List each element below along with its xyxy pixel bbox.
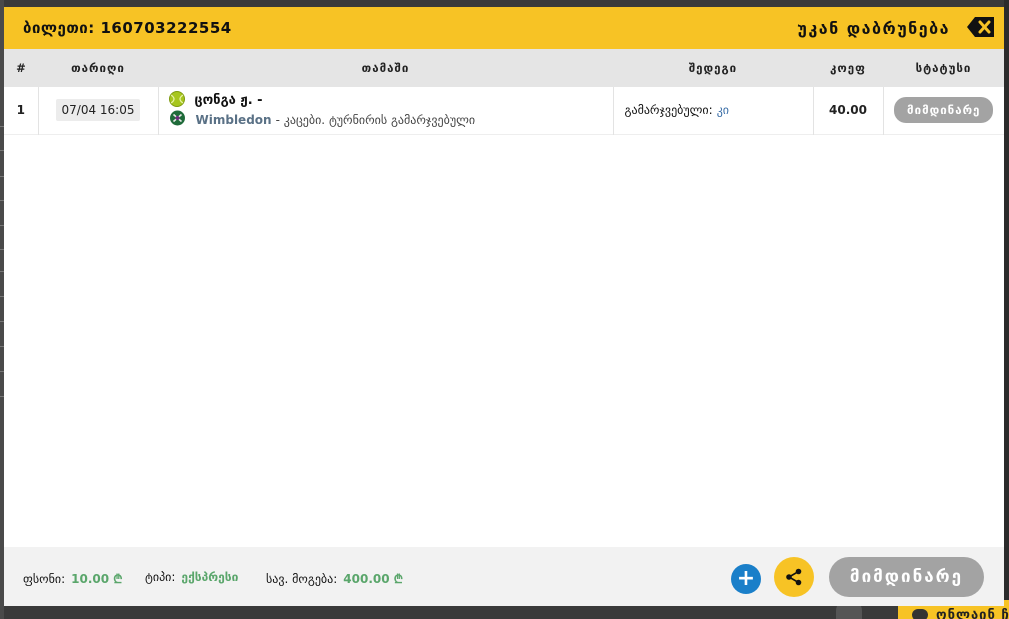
win-info: სავ. მოგება: 400.00 ₾: [266, 570, 403, 587]
ticket-modal: ბილეთი: 160703222554 უკან დაბრუნება # თა…: [4, 7, 1004, 606]
player-name: ცონგა ჟ. -: [194, 93, 263, 109]
type-label: ტიპი:: [145, 570, 176, 584]
header-num: #: [16, 61, 26, 75]
ticket-table: # თარიღი თამაში შედეგი კოეფ სტატუსი 1 07…: [4, 49, 1004, 135]
wimbledon-logo-icon: [169, 110, 186, 129]
header-status: სტატუსი: [915, 61, 972, 75]
type-value: ექსპრესი: [181, 570, 239, 584]
row-date-cell: 07/04 16:05: [38, 87, 159, 134]
win-label: სავ. მოგება:: [266, 572, 338, 586]
chat-bubble-icon: [912, 609, 928, 619]
ticket-number: 160703222554: [100, 19, 232, 37]
row-status-cell: მიმდინარე: [883, 87, 1004, 134]
row-result-cell: გამარჯვებული: კი: [613, 87, 814, 134]
back-link[interactable]: უკან დაბრუნება: [797, 19, 950, 38]
tennis-ball-icon: [168, 91, 185, 110]
row-date: 07/04 16:05: [55, 99, 141, 122]
header-result: შედეგი: [688, 61, 738, 75]
tournament-link[interactable]: Wimbledon: [196, 113, 272, 127]
background-page-right: [1004, 0, 1009, 619]
stake-value: 10.00 ₾: [71, 572, 123, 586]
table-row: 1 07/04 16:05 ცონგა ჟ. - Wimbledon - კაც…: [4, 87, 1004, 134]
win-value: 400.00 ₾: [343, 572, 404, 586]
result-label: გამარჯვებული:: [624, 103, 713, 118]
header-date: თარიღი: [71, 61, 125, 75]
result-value: კი: [716, 103, 730, 118]
header-odds: კოეფ: [830, 61, 866, 75]
ticket-title: ბილეთი: 160703222554: [23, 19, 232, 37]
plus-icon: +: [736, 566, 756, 591]
share-icon: [786, 568, 802, 586]
type-info: ტიპი: ექსპრესი: [145, 570, 238, 584]
row-odds: 40.00: [813, 87, 884, 134]
header-game: თამაში: [361, 61, 410, 75]
share-button[interactable]: [774, 557, 814, 597]
table-header-row: # თარიღი თამაში შედეგი კოეფ სტატუსი: [4, 49, 1004, 87]
stake-info: ფსონი: 10.00 ₾: [23, 570, 123, 587]
status-badge: მიმდინარე: [894, 97, 994, 124]
add-button[interactable]: +: [731, 564, 761, 594]
modal-footer: ფსონი: 10.00 ₾ ტიპი: ექსპრესი სავ. მოგება:…: [4, 547, 1004, 606]
tournament-desc: - კაცები. ტურნირის გამარჯვებული: [275, 112, 476, 127]
row-num: 1: [4, 87, 39, 134]
row-game-cell: ცონგა ჟ. - Wimbledon - კაცები. ტურნირის …: [158, 87, 614, 134]
chat-label: ონლაინ ჩ: [936, 608, 1009, 619]
status-button[interactable]: მიმდინარე: [829, 557, 984, 597]
backspace-x-icon[interactable]: [966, 16, 996, 38]
ticket-label: ბილეთი:: [23, 19, 95, 37]
stake-label: ფსონი:: [23, 572, 66, 586]
modal-header: ბილეთი: 160703222554 უკან დაბრუნება: [4, 7, 1004, 49]
